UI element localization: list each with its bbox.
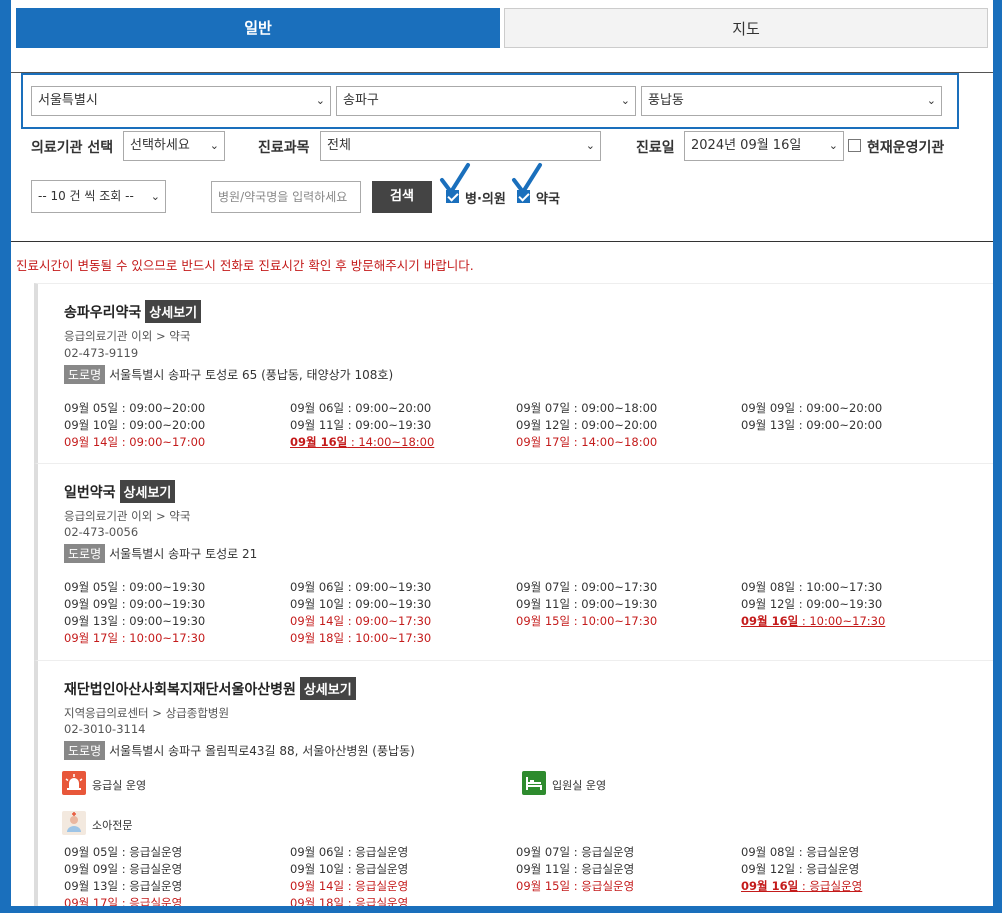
date-select[interactable]: 2024년 09월 16일 ⌄ — [684, 131, 844, 161]
chevron-down-icon: ⌄ — [828, 139, 838, 152]
hours-cell: 09월 11일 : 응급실운영 — [516, 862, 635, 876]
result-address: 도로명 서울특별시 송파구 토성로 21 — [64, 544, 257, 563]
road-tag: 도로명 — [64, 741, 106, 760]
department-label: 진료과목 — [258, 140, 310, 156]
hours-cell: 09월 13일 : 응급실운영 — [64, 879, 183, 893]
chevron-down-icon: ⌄ — [209, 139, 219, 152]
chevron-down-icon: ⌄ — [150, 190, 160, 203]
hours-cell: 09월 13일 : 09:00~19:30 — [64, 614, 206, 628]
hours-cell: 09월 13일 : 09:00~20:00 — [741, 418, 883, 432]
hours-cell: 09월 09일 : 09:00~19:30 — [64, 597, 206, 611]
notice-text: 진료시간이 변동될 수 있으므로 반드시 전화로 진료시간 확인 후 방문해주시… — [16, 258, 474, 273]
page-frame: 일반 지도 서울특별시 ⌄ 송파구 ⌄ 풍납동 ⌄ 의료기관 선택 선택하세요 ⌄ 진료… — [11, 0, 993, 906]
result-name: 송파우리약국 상세보기 — [64, 300, 202, 323]
page-size-select[interactable]: -- 10 건 씩 조회 -- ⌄ — [31, 180, 166, 213]
hours-cell: 09월 16일 : 10:00~17:30 — [741, 614, 886, 628]
hours-cell: 09월 10일 : 응급실운영 — [290, 862, 409, 876]
hours-cell: 09월 07일 : 09:00~18:00 — [516, 401, 658, 415]
hours-cell: 09월 11일 : 09:00~19:30 — [290, 418, 432, 432]
chevron-down-icon: ⌄ — [585, 139, 595, 152]
pharmacy-checkbox[interactable] — [517, 190, 530, 203]
result-card: 재단법인아산사회복지재단서울아산병원 상세보기 지역응급의료센터 > 상급종합병원… — [34, 660, 993, 906]
hours-cell: 09월 06일 : 09:00~19:30 — [290, 580, 432, 594]
road-tag: 도로명 — [64, 544, 106, 563]
feature-label: 소아전문 — [92, 819, 133, 832]
hospital-bed-icon — [522, 771, 546, 795]
pediatrics-icon — [62, 811, 86, 835]
hours-cell: 09월 05일 : 09:00~19:30 — [64, 580, 206, 594]
divider — [11, 241, 993, 242]
hours-cell: 09월 15일 : 10:00~17:30 — [516, 614, 658, 628]
result-phone: 02-473-0056 — [64, 525, 139, 539]
search-button[interactable]: 검색 — [372, 181, 432, 213]
hours-cell: 09월 18일 : 응급실운영 — [290, 896, 409, 906]
hours-cell: 09월 15일 : 응급실운영 — [516, 879, 635, 893]
hours-cell: 09월 09일 : 09:00~20:00 — [741, 401, 883, 415]
hours-cell: 09월 08일 : 응급실운영 — [741, 845, 860, 859]
hours-cell: 09월 14일 : 응급실운영 — [290, 879, 409, 893]
open-now-label: 현재운영기관 — [867, 140, 945, 156]
feature-label: 응급실 운영 — [92, 779, 147, 792]
hours-cell: 09월 07일 : 09:00~17:30 — [516, 580, 658, 594]
tab-general[interactable]: 일반 — [16, 8, 500, 48]
clinic-checkbox-label: 병·의원 — [465, 192, 506, 207]
detail-button[interactable]: 상세보기 — [145, 300, 202, 323]
hours-cell: 09월 17일 : 응급실운영 — [64, 896, 183, 906]
hours-cell: 09월 12일 : 응급실운영 — [741, 862, 860, 876]
tab-map[interactable]: 지도 — [504, 8, 988, 48]
result-name: 재단법인아산사회복지재단서울아산병원 상세보기 — [64, 677, 356, 700]
hours-cell: 09월 17일 : 10:00~17:30 — [64, 631, 206, 645]
result-category: 응급의료기관 이외 > 약국 — [64, 509, 191, 523]
hours-cell: 09월 11일 : 09:00~19:30 — [516, 597, 658, 611]
detail-button[interactable]: 상세보기 — [119, 480, 176, 503]
institution-select[interactable]: 선택하세요 ⌄ — [123, 131, 225, 161]
hours-cell: 09월 09일 : 응급실운영 — [64, 862, 183, 876]
result-name: 일번약국 상세보기 — [64, 480, 176, 503]
result-address: 도로명 서울특별시 송파구 올림픽로43길 88, 서울아산병원 (풍납동) — [64, 741, 415, 760]
hours-cell: 09월 16일 : 14:00~18:00 — [290, 435, 435, 449]
hours-cell: 09월 05일 : 응급실운영 — [64, 845, 183, 859]
department-select[interactable]: 전체 ⌄ — [320, 131, 601, 161]
chevron-down-icon: ⌄ — [620, 94, 630, 107]
hours-cell: 09월 18일 : 10:00~17:30 — [290, 631, 432, 645]
hours-cell: 09월 14일 : 09:00~17:30 — [290, 614, 432, 628]
result-phone: 02-3010-3114 — [64, 722, 146, 736]
ambulance-siren-icon — [62, 771, 86, 795]
road-tag: 도로명 — [64, 365, 106, 384]
search-input[interactable]: 병원/약국명을 입력하세요 — [211, 181, 361, 213]
hours-cell: 09월 07일 : 응급실운영 — [516, 845, 635, 859]
clinic-checkbox[interactable] — [446, 190, 459, 203]
hours-cell: 09월 10일 : 09:00~19:30 — [290, 597, 432, 611]
hours-cell: 09월 10일 : 09:00~20:00 — [64, 418, 206, 432]
result-category: 응급의료기관 이외 > 약국 — [64, 329, 191, 343]
hours-cell: 09월 12일 : 09:00~19:30 — [741, 597, 883, 611]
result-card: 일번약국 상세보기 응급의료기관 이외 > 약국 02-473-0056 도로명 서… — [34, 463, 993, 660]
feature-label: 입원실 운영 — [552, 779, 607, 792]
result-category: 지역응급의료센터 > 상급종합병원 — [64, 706, 230, 720]
date-label: 진료일 — [636, 140, 675, 156]
result-phone: 02-473-9119 — [64, 346, 139, 360]
chevron-down-icon: ⌄ — [926, 94, 936, 107]
city-select[interactable]: 서울특별시 ⌄ — [31, 86, 331, 116]
open-now-checkbox[interactable] — [848, 139, 861, 152]
hours-cell: 09월 14일 : 09:00~17:00 — [64, 435, 206, 449]
hours-cell: 09월 12일 : 09:00~20:00 — [516, 418, 658, 432]
detail-button[interactable]: 상세보기 — [299, 677, 356, 700]
hours-cell: 09월 17일 : 14:00~18:00 — [516, 435, 658, 449]
hours-cell: 09월 06일 : 응급실운영 — [290, 845, 409, 859]
hours-cell: 09월 06일 : 09:00~20:00 — [290, 401, 432, 415]
hours-cell: 09월 05일 : 09:00~20:00 — [64, 401, 206, 415]
chevron-down-icon: ⌄ — [315, 94, 325, 107]
institution-label: 의료기관 선택 — [31, 140, 114, 156]
hours-cell: 09월 08일 : 10:00~17:30 — [741, 580, 883, 594]
dong-select[interactable]: 풍납동 ⌄ — [641, 86, 942, 116]
pharmacy-checkbox-label: 약국 — [536, 192, 560, 207]
result-address: 도로명 서울특별시 송파구 토성로 65 (풍납동, 태양상가 108호) — [64, 365, 393, 384]
district-select[interactable]: 송파구 ⌄ — [336, 86, 636, 116]
tab-bar: 일반 지도 — [16, 8, 993, 49]
result-card: 송파우리약국 상세보기 응급의료기관 이외 > 약국 02-473-9119 도로… — [34, 283, 993, 463]
hours-cell: 09월 16일 : 응급실운영 — [741, 879, 863, 893]
